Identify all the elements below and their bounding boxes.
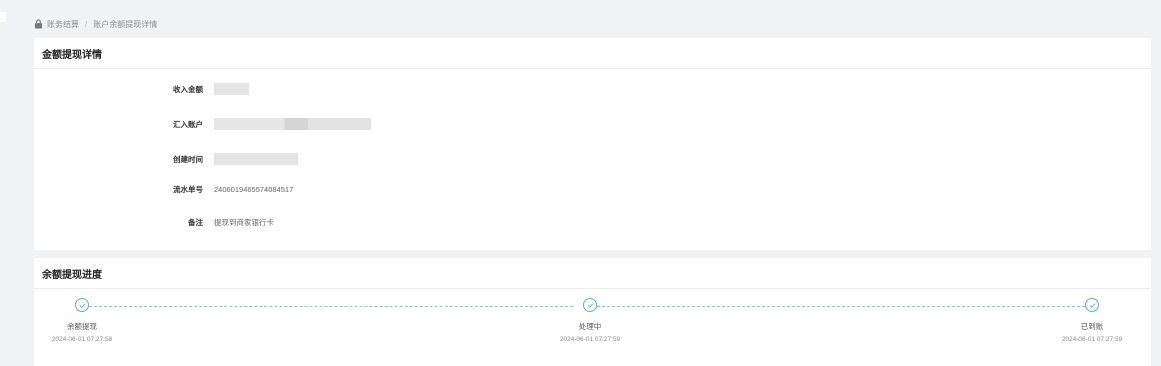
- check-icon: [587, 303, 594, 308]
- breadcrumb-current: 账户余额提现详情: [93, 19, 158, 29]
- withdraw-detail-card: 金额提现详情 收入金额 汇入账户 创建时间 流水单号 2406019465574…: [34, 38, 1151, 250]
- step-3-circle: [1085, 298, 1099, 312]
- sidebar-active-marker: [0, 12, 6, 22]
- field-serial-no: 流水单号 2406019465574084517: [34, 182, 293, 196]
- step-3-time: 2024-06-01 07:27:59: [1061, 336, 1123, 343]
- income-amount-value-redacted: [214, 83, 249, 95]
- step-2-circle: [583, 298, 597, 312]
- lock-icon: [34, 19, 43, 29]
- field-income-amount: 收入金额: [34, 82, 249, 96]
- breadcrumb-root[interactable]: 账务结算: [47, 19, 79, 30]
- field-created-time: 创建时间: [34, 152, 298, 166]
- step-2-time: 2024-06-01 07:27:59: [559, 336, 621, 343]
- breadcrumb-separator: /: [85, 19, 88, 29]
- progress-title: 余额提现进度: [34, 258, 1151, 289]
- step-1-name: 余额提现: [67, 322, 97, 331]
- serial-no-value: 2406019465574084517: [214, 184, 294, 194]
- withdraw-progress-card: 余额提现进度 余额提现 2024-06-01 07:27:58 处理中 2024…: [34, 258, 1151, 366]
- step-1-circle: [75, 298, 89, 312]
- remark-label: 备注: [188, 217, 203, 227]
- account-label: 汇入账户: [173, 119, 203, 129]
- breadcrumb: 账务结算 / 账户余额提现详情: [34, 17, 157, 31]
- progress-connector: [89, 306, 573, 307]
- detail-title: 金额提现详情: [34, 38, 1151, 69]
- step-1-time: 2024-06-01 07:27:58: [51, 336, 113, 343]
- created-time-label: 创建时间: [173, 154, 203, 164]
- progress-connector: [597, 306, 1085, 307]
- field-remark: 备注 提现到商家银行卡: [34, 215, 274, 229]
- income-amount-label: 收入金额: [173, 84, 203, 94]
- field-account: 汇入账户: [34, 117, 371, 131]
- step-3-name: 已到账: [1080, 322, 1104, 331]
- remark-value: 提现到商家银行卡: [214, 217, 274, 227]
- account-value-redacted: [214, 118, 371, 130]
- step-2-name: 处理中: [578, 322, 602, 331]
- check-icon: [79, 303, 86, 308]
- check-icon: [1089, 303, 1096, 308]
- created-time-value-redacted: [214, 153, 298, 165]
- progress-steps: 余额提现 2024-06-01 07:27:58 处理中 2024-06-01 …: [34, 298, 1151, 358]
- serial-no-label: 流水单号: [173, 184, 203, 194]
- left-sidebar-edge: [0, 0, 6, 366]
